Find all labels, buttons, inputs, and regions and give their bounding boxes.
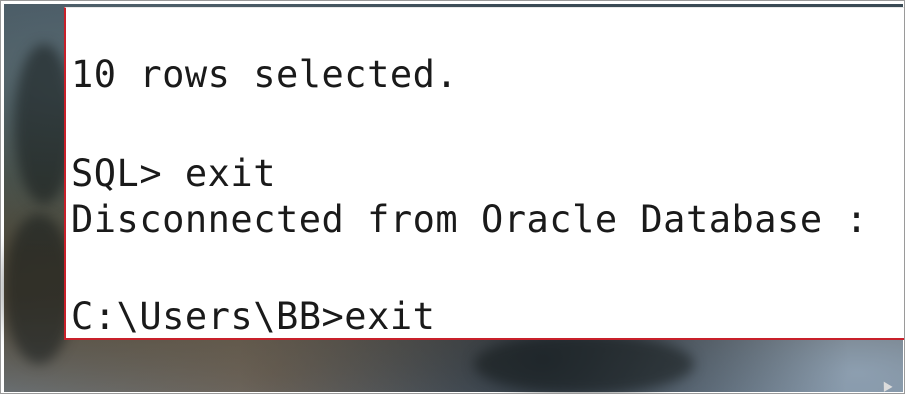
console-disconnected-message: Disconnected from Oracle Database : [71,198,869,241]
console-output-rows-selected: 10 rows selected. [71,53,459,96]
console-prompt-exit-command[interactable]: C:\Users\BB>exit [71,295,435,338]
command-prompt-window[interactable]: 10 rows selected. SQL> exit Disconnected… [64,7,904,340]
console-sql-exit-command: SQL> exit [71,152,276,195]
screenshot-frame: 10 rows selected. SQL> exit Disconnected… [0,0,905,394]
